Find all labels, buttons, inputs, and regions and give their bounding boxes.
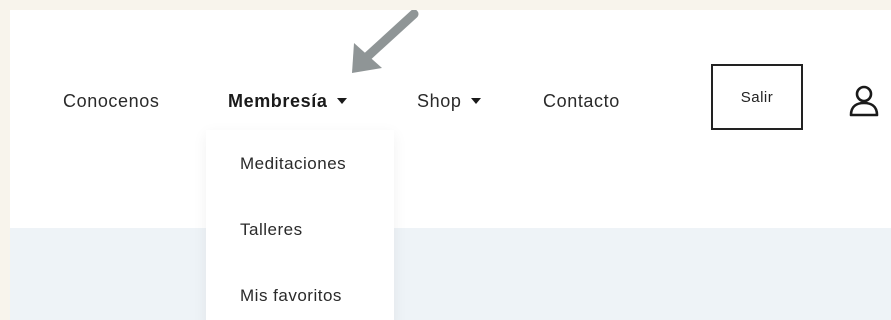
nav-item-shop[interactable]: Shop — [417, 88, 482, 114]
dropdown-item-mis-favoritos[interactable]: Mis favoritos — [240, 283, 342, 309]
dropdown-item-label: Talleres — [240, 220, 303, 239]
caret-down-icon — [471, 98, 482, 105]
caret-down-icon — [337, 98, 348, 105]
dropdown-item-meditaciones[interactable]: Meditaciones — [240, 151, 346, 177]
dropdown-item-talleres[interactable]: Talleres — [240, 217, 303, 243]
nav-item-label: Membresía — [228, 91, 328, 111]
hero-section — [10, 228, 891, 320]
nav-item-label: Shop — [417, 91, 462, 111]
nav-item-membresia[interactable]: Membresía — [228, 88, 348, 114]
pointer-arrow-icon — [352, 10, 419, 73]
nav-item-conocenos[interactable]: Conocenos — [63, 88, 159, 114]
dropdown-item-label: Mis favoritos — [240, 286, 342, 305]
nav-item-contacto[interactable]: Contacto — [543, 88, 620, 114]
logout-button[interactable]: Salir — [711, 64, 803, 130]
website-frame: Conocenos Membresía Shop Contacto Salir … — [10, 10, 891, 320]
membresia-dropdown-menu: Meditaciones Talleres Mis favoritos — [206, 130, 394, 320]
user-icon[interactable] — [846, 83, 882, 119]
nav-item-label: Conocenos — [63, 91, 160, 111]
dropdown-item-label: Meditaciones — [240, 154, 347, 173]
nav-item-label: Contacto — [543, 91, 620, 111]
